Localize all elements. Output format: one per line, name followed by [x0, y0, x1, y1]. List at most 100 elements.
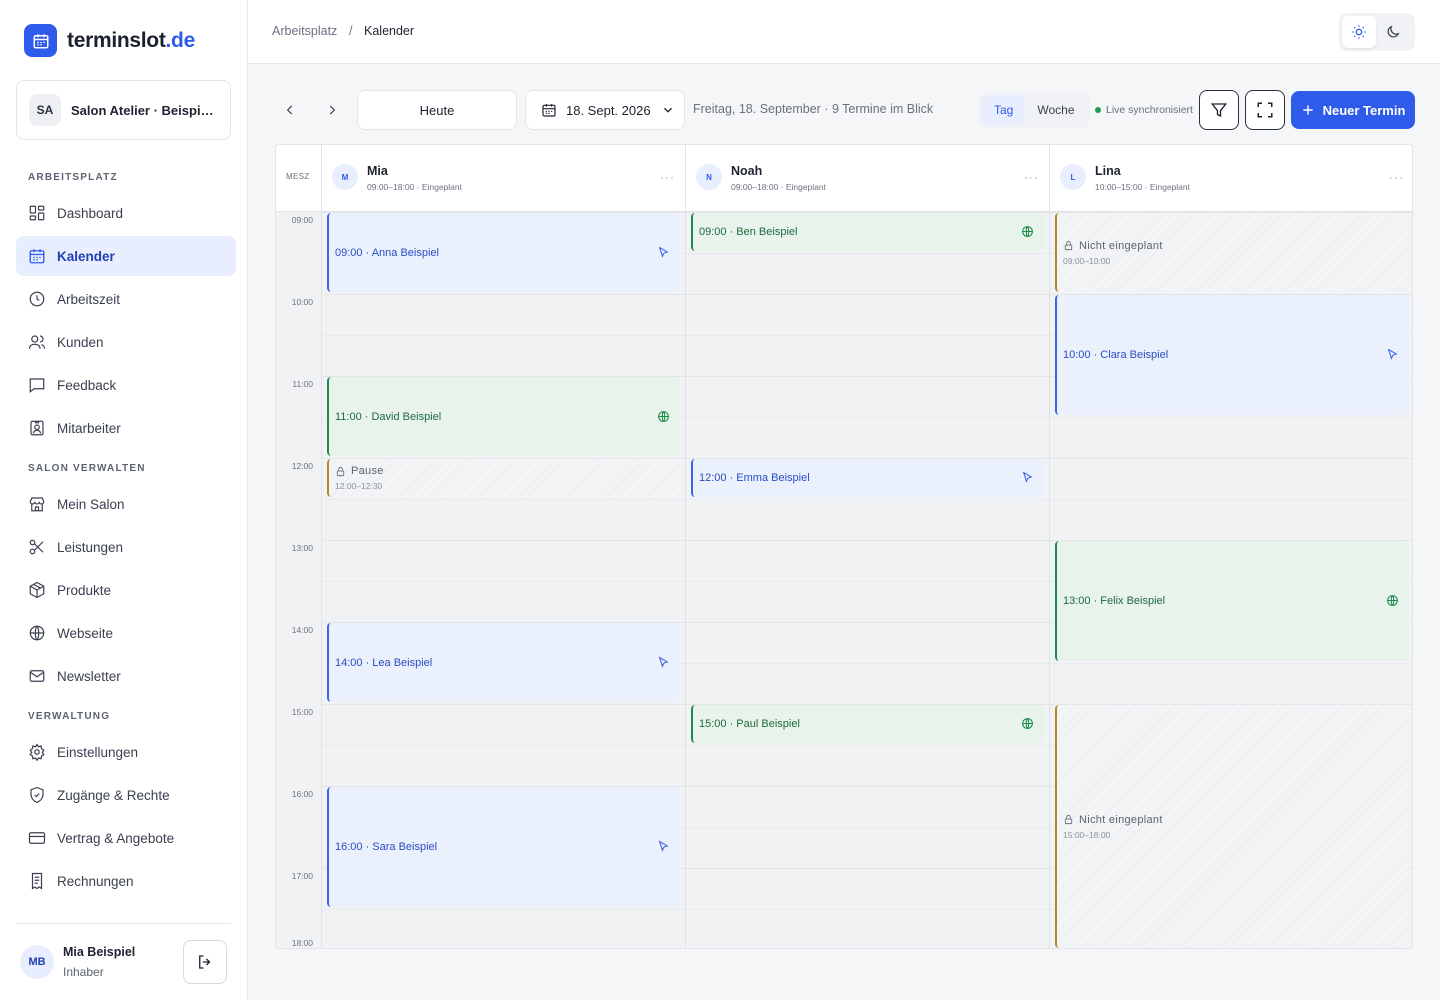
- break-block[interactable]: Pause 12:00–12:30: [327, 459, 680, 497]
- time-gutter: 09:00 10:00 11:00 12:00 13:00 14:00 15:00 16:00…: [276, 212, 321, 948]
- staff-avatar: N: [696, 164, 722, 190]
- grid-line: [1050, 458, 1412, 459]
- user-avatar[interactable]: MB: [20, 945, 54, 979]
- sidebar-item-webseite[interactable]: Webseite: [16, 613, 236, 653]
- sidebar-item-label: Dashboard: [57, 205, 124, 221]
- view-toggle: Tag Woche: [979, 92, 1090, 128]
- scissors-icon: [29, 539, 44, 555]
- cursor-icon: [1021, 471, 1034, 487]
- staff-column-header[interactable]: L Lina 10:00–15:00 · Eingeplant ···: [1049, 145, 1412, 212]
- appointment-label: 12:00 · Emma Beispiel: [699, 472, 810, 484]
- staff-avatar: M: [332, 164, 358, 190]
- logout-icon: [199, 955, 211, 969]
- breadcrumb-root[interactable]: Arbeitsplatz: [272, 24, 337, 38]
- grid-line: [322, 704, 685, 705]
- clock-icon: [29, 291, 45, 307]
- staff-column[interactable]: Nicht eingeplant 09:00–10:00 10:00 · Clara…: [1049, 212, 1412, 948]
- sidebar-item-kunden[interactable]: Kunden: [16, 322, 236, 362]
- brand-name: terminslot.de: [67, 28, 195, 52]
- appointment-event[interactable]: 11:00 · David Beispiel: [327, 377, 680, 456]
- previous-day-button[interactable]: [278, 98, 302, 122]
- staff-avatar: L: [1060, 164, 1086, 190]
- unavailable-block[interactable]: Nicht eingeplant 09:00–10:00: [1055, 213, 1409, 292]
- appointment-event[interactable]: 14:00 · Lea Beispiel: [327, 623, 680, 702]
- dark-mode-button[interactable]: [1376, 16, 1410, 48]
- sidebar-item-feedback[interactable]: Feedback: [16, 365, 236, 405]
- sidebar-item-vertrag[interactable]: Vertrag & Angebote: [16, 818, 236, 858]
- sun-icon: [1352, 25, 1366, 39]
- today-button[interactable]: Heute: [357, 90, 517, 130]
- sidebar-item-mein-salon[interactable]: Mein Salon: [16, 484, 236, 524]
- calendar-icon: [29, 249, 45, 264]
- timezone-label: MESZ: [286, 172, 310, 181]
- sidebar-item-leistungen[interactable]: Leistungen: [16, 527, 236, 567]
- sidebar-item-dashboard[interactable]: Dashboard: [16, 193, 236, 233]
- fullscreen-button[interactable]: [1245, 90, 1285, 130]
- staff-column-header[interactable]: N Noah 09:00–18:00 · Eingeplant ···: [685, 145, 1049, 212]
- sidebar-item-rechnungen[interactable]: Rechnungen: [16, 861, 236, 901]
- more-options-icon[interactable]: ···: [1024, 170, 1039, 184]
- section-title-arbeitsplatz: ARBEITSPLATZ: [28, 172, 118, 183]
- globe-icon: [1021, 717, 1034, 733]
- block-title: Nicht eingeplant: [1063, 814, 1163, 826]
- grid-line: [686, 622, 1049, 623]
- grid-line: [686, 335, 1049, 336]
- grid-line: [686, 581, 1049, 582]
- sidebar-item-arbeitszeit[interactable]: Arbeitszeit: [16, 279, 236, 319]
- appointment-event[interactable]: 10:00 · Clara Beispiel: [1055, 295, 1409, 415]
- new-appointment-button[interactable]: Neuer Termin: [1291, 91, 1415, 129]
- sidebar-item-label: Mitarbeiter: [57, 420, 121, 436]
- grid-line: [686, 909, 1049, 910]
- grid-line: [686, 663, 1049, 664]
- staff-column[interactable]: 09:00 · Anna Beispiel 11:00 · David Beisp…: [321, 212, 685, 948]
- sidebar-item-mitarbeiter[interactable]: Mitarbeiter: [16, 408, 236, 448]
- sidebar-item-label: Webseite: [57, 625, 114, 641]
- staff-column-header[interactable]: M Mia 09:00–18:00 · Eingeplant ···: [321, 145, 685, 212]
- time-label: 15:00: [291, 707, 313, 717]
- appointment-event[interactable]: 13:00 · Felix Beispiel: [1055, 541, 1409, 661]
- appointment-event[interactable]: 09:00 · Anna Beispiel: [327, 213, 680, 292]
- sidebar-item-zugaenge[interactable]: Zugänge & Rechte: [16, 775, 236, 815]
- sidebar-item-produkte[interactable]: Produkte: [16, 570, 236, 610]
- cursor-icon: [657, 245, 670, 262]
- cursor-icon: [657, 655, 670, 672]
- chevron-left-icon: [286, 105, 293, 115]
- filter-button[interactable]: [1199, 90, 1239, 130]
- sidebar-item-newsletter[interactable]: Newsletter: [16, 656, 236, 696]
- logout-button[interactable]: [183, 940, 227, 984]
- more-options-icon[interactable]: ···: [1389, 170, 1404, 184]
- appointment-event[interactable]: 09:00 · Ben Beispiel: [691, 213, 1044, 251]
- section-title-verwaltung: VERWALTUNG: [28, 711, 111, 722]
- sidebar-item-einstellungen[interactable]: Einstellungen: [16, 732, 236, 772]
- tab-week[interactable]: Woche: [1025, 95, 1086, 125]
- sidebar-item-kalender[interactable]: Kalender: [16, 236, 236, 276]
- appointment-event[interactable]: 12:00 · Emma Beispiel: [691, 459, 1044, 497]
- appointment-label: 09:00 · Ben Beispiel: [699, 226, 798, 238]
- time-label: 18:00: [291, 938, 313, 948]
- block-time: 12:00–12:30: [335, 481, 383, 491]
- grid-line: [322, 335, 685, 336]
- tab-day[interactable]: Tag: [982, 95, 1026, 125]
- unavailable-block[interactable]: Nicht eingeplant 15:00–18:00: [1055, 705, 1409, 948]
- filter-icon: [1210, 103, 1228, 118]
- date-picker[interactable]: 18. Sept. 2026: [525, 90, 685, 130]
- shield-icon: [30, 786, 44, 804]
- time-label: 09:00: [291, 215, 313, 225]
- salon-switcher[interactable]: SA Salon Atelier · Beispiel...: [16, 80, 231, 140]
- light-mode-button[interactable]: [1342, 16, 1376, 48]
- sidebar: terminslot.de SA Salon Atelier · Beispie…: [0, 0, 248, 1000]
- more-options-icon[interactable]: ···: [660, 170, 675, 184]
- block-label: Nicht eingeplant: [1079, 813, 1163, 826]
- moon-icon: [1387, 25, 1400, 38]
- time-label: 17:00: [291, 871, 313, 881]
- globe-icon: [657, 410, 670, 426]
- block-label: Pause: [351, 465, 384, 477]
- day-summary: Freitag, 18. September · 9 Termine im Bl…: [693, 102, 934, 116]
- staff-column[interactable]: 09:00 · Ben Beispiel 12:00 · Emma Beispie…: [685, 212, 1049, 948]
- appointment-event[interactable]: 15:00 · Paul Beispiel: [691, 705, 1044, 743]
- block-label: Nicht eingeplant: [1079, 239, 1163, 252]
- next-day-button[interactable]: [320, 98, 344, 122]
- appointment-event[interactable]: 16:00 · Sara Beispiel: [327, 787, 680, 907]
- grid-line: [322, 745, 685, 746]
- brand[interactable]: terminslot.de: [24, 24, 195, 57]
